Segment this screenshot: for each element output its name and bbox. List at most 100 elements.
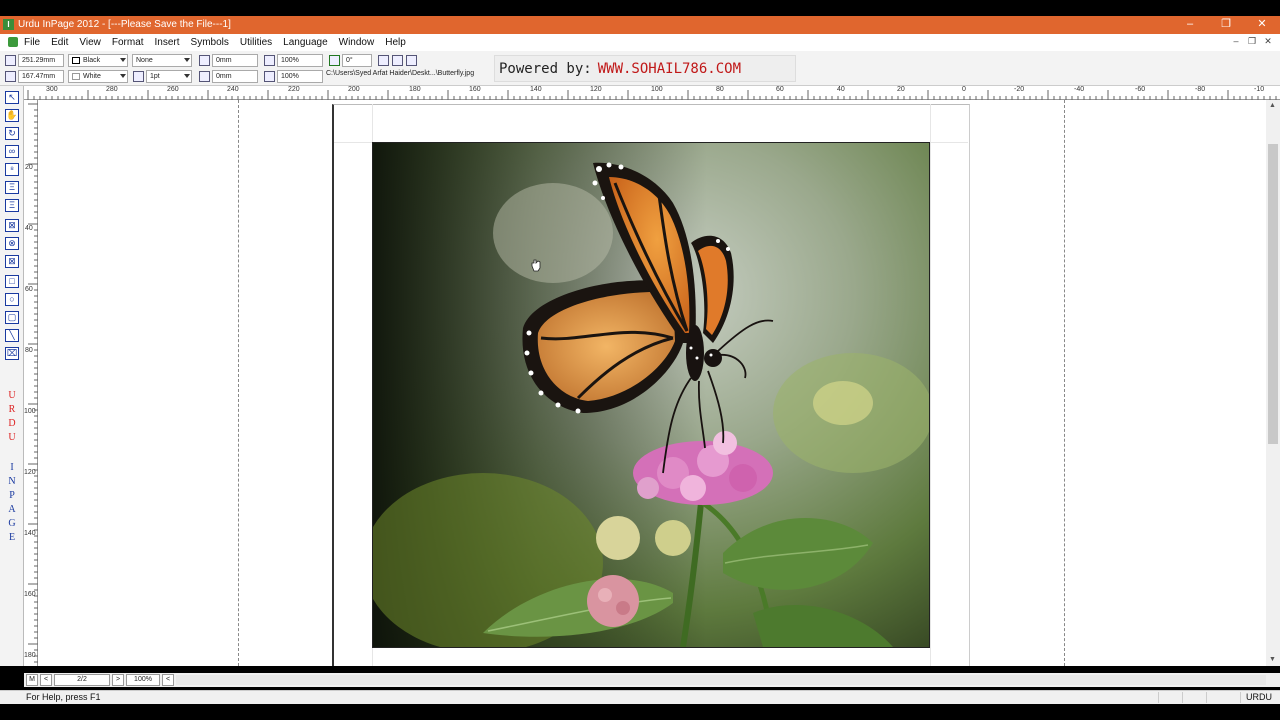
chevron-down-icon [184, 74, 190, 78]
y-position-field[interactable]: 167.47mm [18, 70, 64, 83]
ruler-label: -40 [1074, 86, 1085, 93]
menu-format[interactable]: Format [112, 37, 144, 48]
menu-utilities[interactable]: Utilities [240, 37, 272, 48]
inpage-letter: N [8, 476, 16, 487]
rounded-rect-tool-icon[interactable]: ▢ [5, 311, 19, 324]
page-number-field[interactable]: 2/2 [54, 674, 110, 686]
status-divider [1158, 692, 1159, 703]
vertical-scrollbar[interactable]: ▲ ▼ [1266, 100, 1280, 666]
doc-close-button[interactable]: ✕ [1260, 36, 1276, 47]
ruler-label: 100 [651, 86, 663, 93]
fill-color-swatch-icon [72, 73, 80, 80]
ruler-label: 100 [24, 408, 36, 415]
ruler-label: 280 [106, 86, 118, 93]
ruler-label: 60 [776, 86, 784, 93]
status-divider [1206, 692, 1207, 703]
menu-help[interactable]: Help [385, 37, 406, 48]
menu-language[interactable]: Language [283, 37, 328, 48]
line-tool-icon[interactable]: ╲ [5, 329, 19, 342]
align-right-icon[interactable] [406, 55, 417, 66]
menu-insert[interactable]: Insert [155, 37, 180, 48]
scale-y-field[interactable]: 100% [277, 70, 323, 83]
document-canvas[interactable] [38, 100, 1266, 666]
next-page-button[interactable]: > [112, 674, 124, 686]
rotation-icon [329, 55, 340, 66]
rectangle-tool-icon[interactable]: □ [5, 275, 19, 288]
scale-x-field[interactable]: 100% [277, 54, 323, 67]
line-color-value: Black [83, 57, 101, 64]
status-divider [1182, 692, 1183, 703]
vertical-ruler[interactable]: 20 40 60 80 100 120 140 160 180 [24, 100, 38, 666]
window-title: Urdu InPage 2012 - [---Please Save the F… [18, 19, 231, 30]
prev-page-button[interactable]: < [40, 674, 52, 686]
rotation-field[interactable]: 0° [342, 54, 372, 67]
menu-file[interactable]: File [24, 37, 40, 48]
doc-minimize-button[interactable]: – [1228, 36, 1244, 47]
scrollbar-thumb[interactable] [1268, 144, 1278, 444]
line-style-select[interactable]: None [132, 54, 192, 67]
ruler-label: -10 [1254, 86, 1265, 93]
rect-frame-tool-icon[interactable]: ⊠ [5, 219, 19, 232]
line-weight-value: 1pt [150, 73, 160, 80]
menu-symbols[interactable]: Symbols [191, 37, 229, 48]
restore-button[interactable]: ❐ [1208, 16, 1244, 34]
minimize-button[interactable]: – [1172, 16, 1208, 34]
unlink-tool-icon[interactable]: ⁸ [5, 163, 19, 176]
rotate-tool-icon[interactable]: ↻ [5, 127, 19, 140]
ruler-label: 120 [590, 86, 602, 93]
scroll-up-icon[interactable]: ▲ [1269, 102, 1276, 109]
doc-restore-button[interactable]: ❐ [1244, 36, 1260, 47]
horizontal-ruler[interactable]: 300 280 260 240 220 200 180 160 140 120 … [24, 86, 1280, 100]
picture-frame-tool-icon[interactable]: ⊠ [5, 255, 19, 268]
menu-view[interactable]: View [79, 37, 101, 48]
ruler-label: 80 [25, 347, 33, 354]
line-weight-select[interactable]: 1pt [146, 70, 192, 83]
zoom-field[interactable]: 100% [126, 674, 160, 686]
text-box-tool-icon[interactable]: Ξ [5, 181, 19, 194]
tool-palette: ↖ ✋ ↻ ∞ ⁸ Ξ Ξ ⊠ ⊗ ⊠ □ ○ ▢ ╲ ⌧ U R D U I … [0, 86, 24, 666]
top-offset-field[interactable]: 0mm [212, 54, 258, 67]
ruler-label: 220 [288, 86, 300, 93]
link-tool-icon[interactable]: ∞ [5, 145, 19, 158]
ruler-label: 240 [227, 86, 239, 93]
align-left-icon[interactable] [378, 55, 389, 66]
ruler-label: 140 [24, 530, 36, 537]
hand-tool-icon[interactable]: ✋ [5, 109, 19, 122]
ellipse-tool-icon[interactable]: ○ [5, 293, 19, 306]
text-frame-tool-icon[interactable]: Ξ [5, 199, 19, 212]
menu-edit[interactable]: Edit [51, 37, 68, 48]
fill-color-select[interactable]: White [68, 70, 128, 83]
align-center-icon[interactable] [392, 55, 403, 66]
status-divider [1240, 692, 1241, 703]
ruler-label: -20 [1014, 86, 1025, 93]
bottom-offset-field[interactable]: 0mm [212, 70, 258, 83]
butterfly-image-frame[interactable] [372, 142, 930, 648]
watermark-banner: Powered by: WWW.SOHAIL786.COM [494, 55, 796, 82]
butterfly-photo [373, 143, 929, 647]
line-weight-icon [133, 71, 144, 82]
ruler-label: -80 [1195, 86, 1206, 93]
ruler-label: 260 [167, 86, 179, 93]
ruler-label: 0 [962, 86, 966, 93]
ruler-label: 40 [25, 225, 33, 232]
scroll-down-icon[interactable]: ▼ [1269, 656, 1276, 663]
oval-frame-tool-icon[interactable]: ⊗ [5, 237, 19, 250]
line-color-select[interactable]: Black [68, 54, 128, 67]
document-icon[interactable] [8, 37, 18, 47]
bottom-offset-icon [199, 71, 210, 82]
horizontal-scrollbar[interactable] [176, 675, 1266, 685]
menu-window[interactable]: Window [339, 37, 375, 48]
x-position-field[interactable]: 251.29mm [18, 54, 64, 67]
close-button[interactable]: ✕ [1244, 16, 1280, 34]
urdu-letter: U [8, 432, 16, 443]
image-file-path: C:\Users\Syed Arfat Haider\Deskt...\Butt… [326, 70, 475, 77]
ruler-label: 300 [46, 86, 58, 93]
scroll-left-button[interactable]: < [162, 674, 174, 686]
scale-x-icon [264, 55, 275, 66]
ruler-label: 60 [25, 286, 33, 293]
selection-tool-icon[interactable]: ↖ [5, 91, 19, 104]
urdu-letter: D [8, 418, 16, 429]
cross-line-tool-icon[interactable]: ⌧ [5, 347, 19, 360]
watermark-label: Powered by: [499, 61, 592, 77]
master-page-button[interactable]: M [26, 674, 38, 686]
